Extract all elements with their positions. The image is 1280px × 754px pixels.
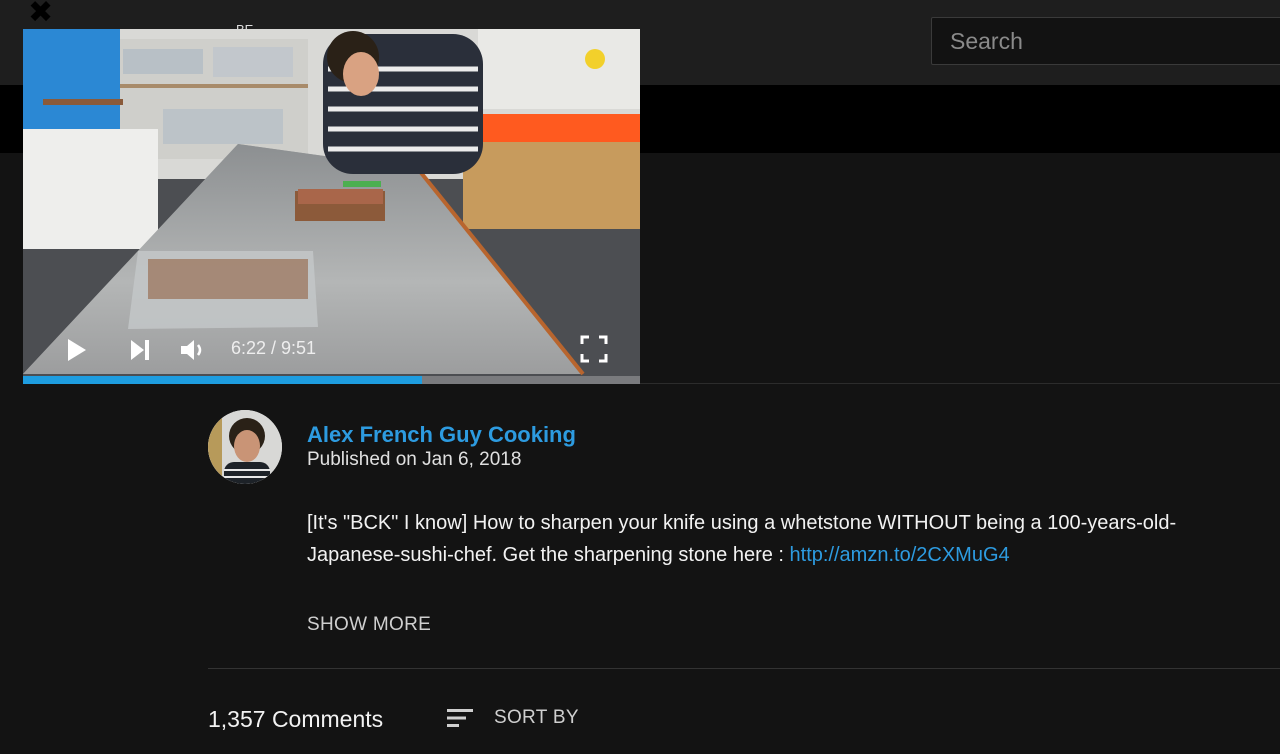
description-text: [It's "BCK" I know] How to sharpen your … bbox=[307, 512, 1177, 566]
description-link[interactable]: http://amzn.to/2CXMuG4 bbox=[790, 544, 1010, 566]
next-icon[interactable] bbox=[129, 338, 151, 362]
comments-count: 1,357 Comments bbox=[208, 706, 384, 732]
fullscreen-icon[interactable] bbox=[580, 335, 608, 363]
volume-icon[interactable] bbox=[179, 337, 207, 363]
divider bbox=[640, 383, 1280, 384]
time-readout: 6:22 / 9:51 bbox=[231, 338, 317, 358]
progress-played bbox=[23, 376, 422, 384]
divider bbox=[208, 668, 1280, 669]
sort-icon bbox=[447, 709, 473, 727]
video-description: [It's "BCK" I know] How to sharpen your … bbox=[307, 507, 1267, 571]
avatar[interactable] bbox=[208, 410, 282, 484]
player-controls: 6:22 / 9:51 bbox=[23, 329, 640, 374]
show-more-button[interactable]: SHOW MORE bbox=[307, 614, 431, 636]
search-input[interactable] bbox=[948, 26, 1274, 56]
published-date: Published on Jan 6, 2018 bbox=[307, 449, 522, 470]
sort-by-label: SORT BY bbox=[494, 707, 579, 728]
progress-bar[interactable] bbox=[23, 376, 640, 384]
search-box[interactable] bbox=[931, 17, 1280, 65]
close-icon[interactable]: ✖ bbox=[28, 0, 53, 30]
channel-name-link[interactable]: Alex French Guy Cooking bbox=[307, 422, 576, 448]
channel-avatar-image bbox=[208, 410, 282, 484]
sort-by-button[interactable]: SORT BY bbox=[446, 707, 579, 729]
video-player[interactable]: 6:22 / 9:51 bbox=[23, 29, 640, 384]
play-icon[interactable] bbox=[66, 337, 88, 363]
